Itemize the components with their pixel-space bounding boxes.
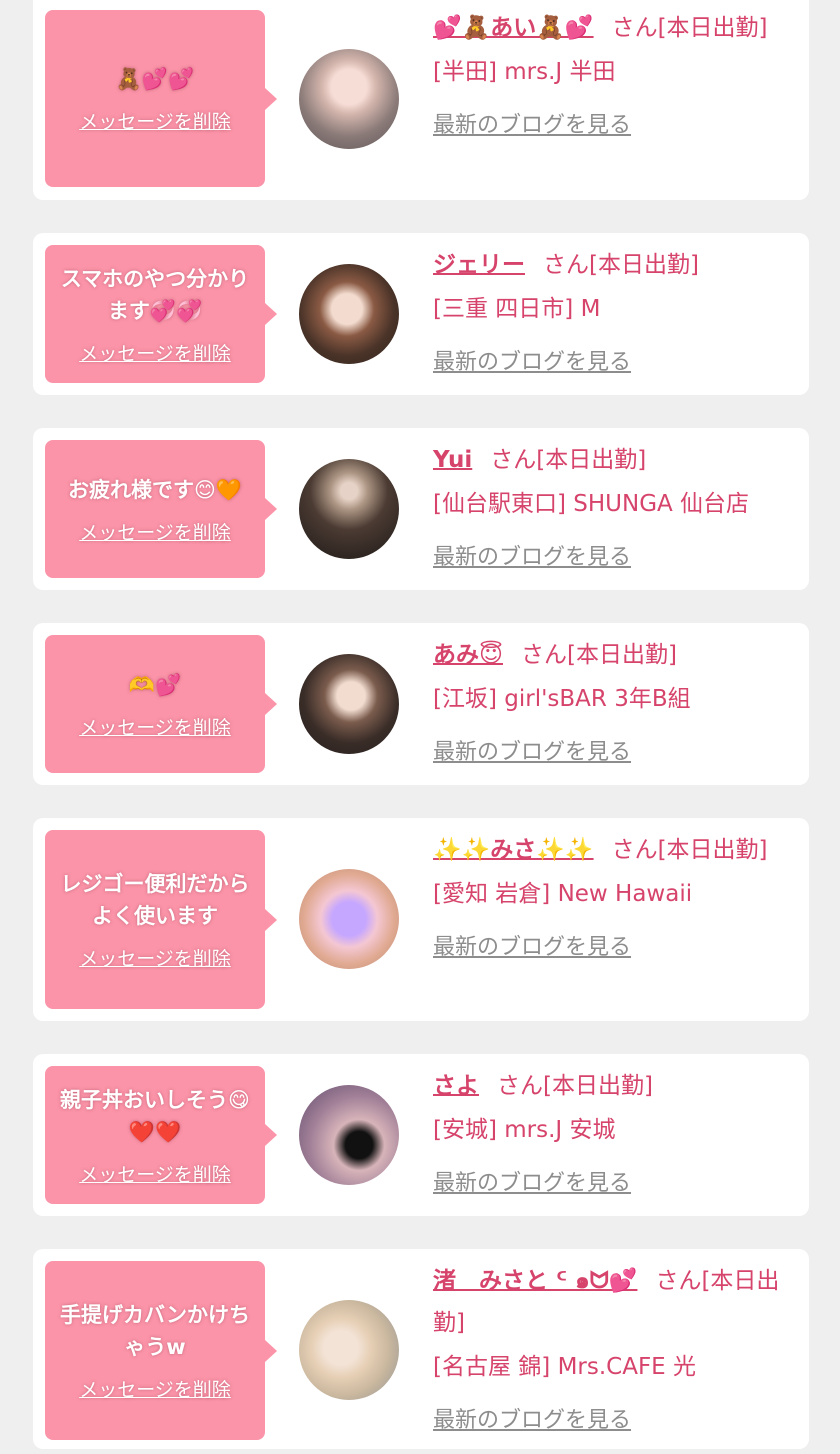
shop-text: [名古屋 錦] Mrs.CAFE 光 (433, 1354, 697, 1380)
message-card: レジゴー便利だからよく使います メッセージを削除 ✨✨みさ✨✨ さん[本日出勤] … (33, 818, 809, 1021)
latest-blog-link[interactable]: 最新のブログを見る (433, 105, 783, 147)
cast-info: ジェリー さん[本日出勤] [三重 四日市] M 最新のブログを見る (433, 244, 783, 384)
message-card: 手提げカバンかけちゃうw メッセージを削除 渚 みさと ᑦ ๑ᗢ💕 さん[本日出勤… (33, 1249, 809, 1449)
delete-message-link[interactable]: メッセージを削除 (79, 944, 231, 971)
shop-text: [安城] mrs.J 安城 (433, 1117, 616, 1143)
latest-blog-link[interactable]: 最新のブログを見る (433, 537, 783, 579)
shop-text: [江坂] girl'sBAR 3年B組 (433, 686, 691, 712)
message-bubble: レジゴー便利だからよく使います メッセージを削除 (45, 830, 277, 1009)
avatar[interactable] (299, 869, 399, 969)
latest-blog-link[interactable]: 最新のブログを見る (433, 732, 783, 774)
latest-blog-link[interactable]: 最新のブログを見る (433, 1400, 783, 1442)
cast-info: あみ😇 さん[本日出勤] [江坂] girl'sBAR 3年B組 最新のブログを見… (433, 634, 783, 774)
delete-message-link[interactable]: メッセージを削除 (79, 1160, 231, 1187)
message-text: お疲れ様です😊🧡 (67, 477, 243, 502)
message-text: 🧸💕💕 (115, 67, 195, 91)
cast-status: さん[本日出勤] (497, 1073, 653, 1099)
message-card: お疲れ様です😊🧡 メッセージを削除 Yui さん[本日出勤] [仙台駅東口] SH… (33, 428, 809, 590)
cast-name-link[interactable]: さよ (433, 1073, 479, 1099)
cast-info: ✨✨みさ✨✨ さん[本日出勤] [愛知 岩倉] New Hawaii 最新のブログ… (433, 829, 783, 969)
delete-message-link[interactable]: メッセージを削除 (79, 339, 231, 366)
delete-message-link[interactable]: メッセージを削除 (79, 713, 231, 740)
cast-info: さよ さん[本日出勤] [安城] mrs.J 安城 最新のブログを見る (433, 1065, 783, 1205)
cast-name-link[interactable]: 渚 みさと ᑦ ๑ᗢ💕 (433, 1268, 637, 1294)
latest-blog-link[interactable]: 最新のブログを見る (433, 1163, 783, 1205)
avatar[interactable] (299, 264, 399, 364)
cast-status: さん[本日出勤] (611, 837, 768, 863)
message-card: 🧸💕💕 メッセージを削除 💕🧸あい🧸💕 さん[本日出勤] [半田] mrs.J 半… (33, 0, 809, 200)
cast-name-link[interactable]: あみ😇 (433, 642, 503, 668)
shop-text: [三重 四日市] M (433, 296, 601, 322)
cast-info: Yui さん[本日出勤] [仙台駅東口] SHUNGA 仙台店 最新のブログを見る (433, 439, 783, 579)
cast-status: さん[本日出勤] (490, 447, 647, 473)
message-text: 手提げカバンかけちゃうw (59, 1303, 251, 1359)
message-text: スマホのやつ分かります💞💞 (60, 266, 250, 323)
message-text: 🫶💕 (128, 672, 182, 697)
cast-status: さん[本日出勤] (520, 642, 677, 668)
cast-info: 渚 みさと ᑦ ๑ᗢ💕 さん[本日出勤] [名古屋 錦] Mrs.CAFE 光 最… (433, 1260, 783, 1442)
cast-name-link[interactable]: Yui (433, 447, 472, 473)
latest-blog-link[interactable]: 最新のブログを見る (433, 927, 783, 969)
message-card: 🫶💕 メッセージを削除 あみ😇 さん[本日出勤] [江坂] girl'sBAR 3… (33, 623, 809, 785)
message-bubble: お疲れ様です😊🧡 メッセージを削除 (45, 440, 277, 578)
delete-message-link[interactable]: メッセージを削除 (79, 107, 231, 134)
shop-text: [愛知 岩倉] New Hawaii (433, 881, 693, 907)
message-bubble: 🫶💕 メッセージを削除 (45, 635, 277, 773)
message-bubble: 手提げカバンかけちゃうw メッセージを削除 (45, 1261, 277, 1440)
avatar[interactable] (299, 654, 399, 754)
cast-name-link[interactable]: 💕🧸あい🧸💕 (433, 15, 594, 41)
avatar[interactable] (299, 459, 399, 559)
cast-name-link[interactable]: ✨✨みさ✨✨ (433, 837, 594, 863)
message-card: 親子丼おいしそう😋❤️❤️ メッセージを削除 さよ さん[本日出勤] [安城] m… (33, 1054, 809, 1216)
message-text: 親子丼おいしそう😋❤️❤️ (60, 1087, 250, 1144)
latest-blog-link[interactable]: 最新のブログを見る (433, 342, 783, 384)
shop-text: [仙台駅東口] SHUNGA 仙台店 (433, 491, 750, 517)
cast-info: 💕🧸あい🧸💕 さん[本日出勤] [半田] mrs.J 半田 最新のブログを見る (433, 7, 783, 147)
avatar[interactable] (299, 1085, 399, 1185)
cast-status: さん[本日出勤] (611, 15, 768, 41)
delete-message-link[interactable]: メッセージを削除 (79, 518, 231, 545)
shop-text: [半田] mrs.J 半田 (433, 59, 616, 85)
message-bubble: スマホのやつ分かります💞💞 メッセージを削除 (45, 245, 277, 383)
avatar[interactable] (299, 49, 399, 149)
cast-status: さん[本日出勤] (543, 252, 699, 278)
avatar[interactable] (299, 1300, 399, 1400)
delete-message-link[interactable]: メッセージを削除 (79, 1375, 231, 1402)
message-card: スマホのやつ分かります💞💞 メッセージを削除 ジェリー さん[本日出勤] [三重 … (33, 233, 809, 395)
message-bubble: 親子丼おいしそう😋❤️❤️ メッセージを削除 (45, 1066, 277, 1204)
cast-name-link[interactable]: ジェリー (433, 252, 525, 278)
message-bubble: 🧸💕💕 メッセージを削除 (45, 10, 277, 187)
message-text: レジゴー便利だからよく使います (60, 872, 250, 928)
